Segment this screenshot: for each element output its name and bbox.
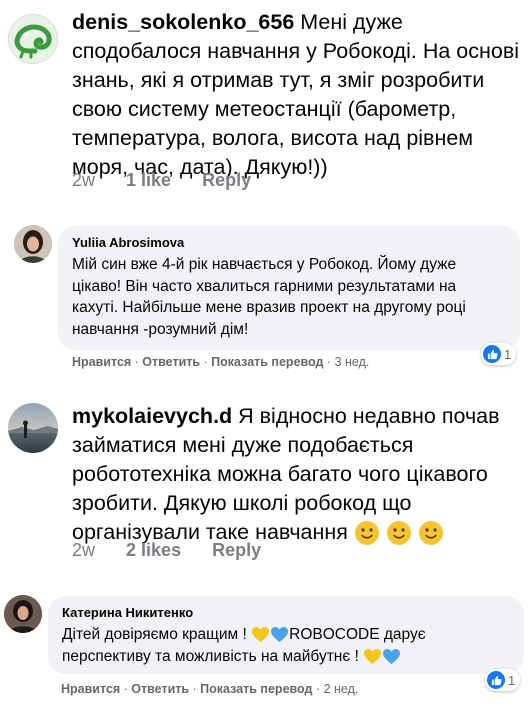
comment-author[interactable]: denis_sokolenko_656 [72,10,294,34]
avatar[interactable] [14,225,52,263]
comment-time[interactable]: 2 нед. [324,682,359,696]
comment-meta: 2w 2 likes Reply [72,540,287,561]
landscape-photo-icon [8,403,58,453]
blue-heart-icon [383,648,401,664]
avatar[interactable] [8,403,58,453]
comment-meta: 2w 1 like Reply [72,170,277,191]
comment-author[interactable]: Катерина Никитенко [62,605,193,620]
comment-text-part: Дітей довіряємо кращим ! [62,626,247,643]
thumbs-up-icon [483,345,501,363]
like-button[interactable]: Нравится [72,355,131,369]
avatar[interactable] [8,14,58,64]
separator: · [200,355,212,369]
comment-meta: Нравится · Ответить · Показать перевод ·… [72,355,369,369]
chameleon-icon [14,24,52,59]
blue-heart-icon [271,627,289,643]
like-button[interactable]: Нравится [61,682,120,696]
separator: · [120,682,132,696]
comment-author[interactable]: Yuliia Abrosimova [72,235,184,250]
separator: · [323,355,335,369]
emoji-group [354,520,444,546]
reaction-count: 1 [504,346,512,362]
comment-time[interactable]: 2w [72,540,95,560]
slightly-smiling-face-icon [386,521,411,546]
likes-count[interactable]: 2 likes [126,540,181,560]
translate-button[interactable]: Показать перевод [211,355,323,369]
comment-bubble: Катерина Никитенко Дітей довіряємо кращи… [48,596,524,674]
reply-button[interactable]: Reply [202,170,251,190]
thumbs-up-icon [487,671,505,689]
person-photo-icon [14,225,52,263]
slightly-smiling-face-icon [418,521,443,546]
comment-bubble: Yuliia Abrosimova Мій син вже 4-й рік на… [58,226,520,350]
comment-author[interactable]: mykolaievych.d [72,404,232,428]
separator: · [189,682,201,696]
yellow-heart-icon [252,627,270,643]
comment-time[interactable]: 2w [72,170,95,190]
separator: · [312,682,324,696]
person-photo-icon [4,595,42,633]
translate-button[interactable]: Показать перевод [200,682,312,696]
comment-body: Дітей довіряємо кращим ! ROBOCODE дарує … [62,624,512,667]
yellow-heart-icon [364,648,382,664]
reply-button[interactable]: Ответить [131,682,189,696]
reaction-summary[interactable]: 1 [481,343,517,365]
comment-text: mykolaievych.d Я відносно недавно почав … [72,402,527,547]
reply-button[interactable]: Ответить [142,355,200,369]
comment-time[interactable]: 3 нед. [335,355,370,369]
likes-count[interactable]: 1 like [126,170,171,190]
comment-body: Мені дуже сподобалося навчання у Робокод… [72,10,520,179]
reply-button[interactable]: Reply [212,540,261,560]
avatar[interactable] [4,595,42,633]
reaction-summary[interactable]: 1 [485,669,521,691]
comment-text: denis_sokolenko_656 Мені дуже сподобалос… [72,8,527,182]
separator: · [131,355,143,369]
comment-meta: Нравится · Ответить · Показать перевод ·… [61,682,358,696]
comment-body: Мій син вже 4-й рік навчається у Робокод… [72,256,466,338]
slightly-smiling-face-icon [354,521,379,546]
reaction-count: 1 [508,672,516,688]
